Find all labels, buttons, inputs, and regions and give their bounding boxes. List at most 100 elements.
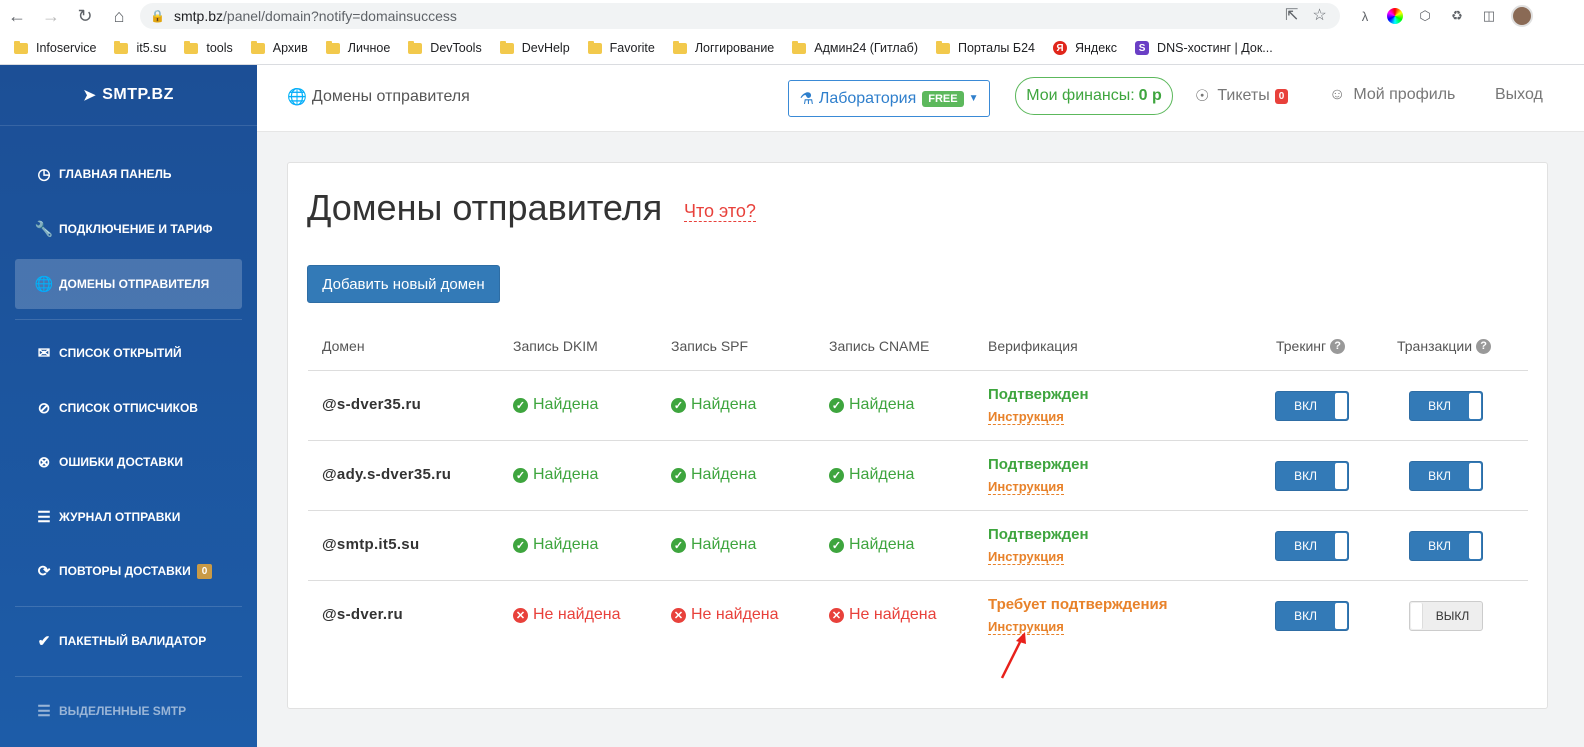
back-arrow-icon[interactable]: ← (0, 0, 34, 32)
toggle-label: ВКЛ (1428, 469, 1452, 483)
wrench-icon: 🔧 (34, 221, 54, 238)
table-header: Домен Запись DKIM Запись SPF Запись CNAM… (308, 325, 1528, 371)
folder-icon (14, 40, 28, 54)
lab-dropdown-button[interactable]: ⚗ Лаборатория FREE ▼ (788, 80, 990, 117)
bookmark-item[interactable]: S DNS-хостинг | Док... (1135, 41, 1273, 55)
transactions-toggle[interactable]: ВКЛ (1409, 531, 1483, 561)
folder-icon (792, 40, 807, 54)
forward-arrow-icon[interactable]: → (34, 0, 68, 32)
check-icon: ✓ (829, 537, 844, 553)
add-domain-button[interactable]: Добавить новый домен (307, 265, 500, 303)
bookmark-item[interactable]: Логгирование (672, 40, 774, 55)
sidebar-item-delivery-errors[interactable]: ⊗ Ошибки доставки (15, 437, 242, 487)
sidebar-item-label: Домены отправителя (59, 277, 210, 291)
folder-icon (672, 40, 687, 54)
table-row: @ady.s-dver35.ru ✓ Найдена ✓ Найдена ✓ Найд… (308, 441, 1528, 511)
address-bar[interactable]: 🔒 smtp.bz/panel/domain?notify=domainsucc… (140, 3, 1340, 29)
sidebar-item-retries[interactable]: ⟳ Повторы доставки 0 (15, 546, 242, 596)
profile-link[interactable]: ☺ Мой профиль (1329, 86, 1455, 104)
help-icon[interactable]: ? (1476, 338, 1492, 354)
bookmark-item[interactable]: Favorite (587, 40, 655, 55)
sidebar-item-send-log[interactable]: ☰ Журнал отправки (15, 492, 242, 542)
page-title: Домены отправителя (307, 187, 663, 228)
table-row: @smtp.it5.su ✓ Найдена ✓ Найдена ✓ Найдена … (308, 511, 1528, 581)
sidebar-item-label: Выделенные SMTP (59, 704, 187, 718)
extension-1-icon[interactable]: λ (1355, 6, 1375, 26)
spf-label: Найдена (691, 396, 757, 413)
finances-button[interactable]: Мои финансы: 0 р (1015, 77, 1173, 115)
help-icon[interactable]: ? (1330, 338, 1346, 354)
transactions-toggle[interactable]: ВЫКЛ (1409, 601, 1483, 631)
tracking-toggle[interactable]: ВКЛ (1275, 601, 1349, 631)
tracking-toggle[interactable]: ВКЛ (1275, 461, 1349, 491)
sidebar-item-opens[interactable]: ✉ Список открытий (15, 328, 242, 378)
color-picker-icon[interactable] (1387, 8, 1403, 24)
instruction-link[interactable]: Инструкция (988, 550, 1064, 565)
sidebar-item-label: Ошибки доставки (59, 455, 184, 469)
bookmark-item[interactable]: DevTools (408, 40, 482, 55)
verification-status: Подтвержден (988, 456, 1089, 473)
toggle-label: ВКЛ (1294, 609, 1318, 623)
avatar[interactable] (1511, 5, 1533, 27)
sidebar-item-validator[interactable]: ✔ Пакетный валидатор (15, 616, 242, 666)
share-icon[interactable]: ⇱ (1285, 5, 1298, 25)
sidepanel-icon[interactable]: ◫ (1479, 6, 1499, 26)
star-icon[interactable]: ☆ (1312, 5, 1326, 25)
reload-icon[interactable]: ↻ (68, 0, 102, 32)
bookmark-item[interactable]: Архив (250, 40, 308, 55)
bookmark-item[interactable]: Infoservice (14, 40, 96, 55)
transactions-toggle[interactable]: ВКЛ (1409, 391, 1483, 421)
extensions: λ ⬡ ♻ ◫ (1355, 5, 1533, 27)
check-icon: ✓ (671, 537, 686, 553)
chevron-down-icon: ▼ (968, 93, 979, 104)
toggle-label: ВКЛ (1428, 399, 1452, 413)
check-icon: ✓ (829, 397, 844, 413)
col-dkim: Запись DKIM (513, 338, 598, 354)
lab-label: Лаборатория (818, 89, 917, 107)
home-icon[interactable]: ⌂ (102, 0, 136, 32)
help-link[interactable]: Что это? (684, 201, 756, 222)
toggle-label: ВКЛ (1294, 399, 1318, 413)
dkim-label: Найдена (533, 536, 599, 553)
transactions-toggle[interactable]: ВКЛ (1409, 461, 1483, 491)
instruction-link[interactable]: Инструкция (988, 480, 1064, 495)
spf-status: ✕ Не найдена (671, 606, 779, 624)
bookmark-item[interactable]: DevHelp (499, 40, 570, 55)
sidebar-item-unsubscribers[interactable]: ⊘ Список отписчиков (15, 383, 242, 433)
table-row: @s-dver.ru ✕ Не найдена ✕ Не найдена ✕ Не н… (308, 581, 1528, 651)
sidebar-item-label: Журнал отправки (59, 510, 181, 524)
folder-icon (184, 40, 199, 54)
tickets-link[interactable]: ☉ Тикеты 0 (1195, 86, 1289, 106)
x-icon: ✕ (513, 607, 528, 623)
cname-label: Найдена (849, 396, 915, 413)
envelope-open-icon: ✉ (37, 345, 51, 362)
sidebar-item-dedicated-smtp[interactable]: ☰ Выделенные SMTP (15, 686, 242, 736)
col-tracking: Трекинг? (1276, 338, 1346, 354)
bookmark-item[interactable]: Админ24 (Гитлаб) (792, 40, 918, 55)
toggle-knob (1469, 533, 1481, 559)
finance-label: Мои финансы: (1026, 87, 1135, 104)
bookmark-item[interactable]: Порталы Б24 (935, 40, 1035, 55)
sidebar-item-domains[interactable]: 🌐 Домены отправителя (15, 259, 242, 309)
sidebar-item-connection[interactable]: 🔧 Подключение и тариф (15, 204, 242, 254)
sidebar-item-dashboard[interactable]: ◷ Главная панель (15, 149, 242, 199)
instruction-link[interactable]: Инструкция (988, 410, 1064, 425)
logout-link[interactable]: Выход (1495, 86, 1543, 104)
cube-icon[interactable]: ⬡ (1415, 6, 1435, 26)
tracking-toggle[interactable]: ВКЛ (1275, 391, 1349, 421)
bookmark-item[interactable]: it5.su (114, 40, 166, 55)
bookmark-label: Яндекс (1075, 41, 1118, 55)
bookmark-label: DevTools (430, 41, 482, 55)
sidebar-item-label: Пакетный валидатор (59, 634, 207, 648)
bookmark-item[interactable]: Я Яндекс (1053, 41, 1117, 55)
puzzle-icon[interactable]: ♻ (1447, 6, 1467, 26)
check-icon: ✓ (671, 397, 686, 413)
bookmark-item[interactable]: tools (184, 40, 233, 55)
logo[interactable]: ➤ SMTP.BZ (0, 65, 257, 126)
verification-status: Требует подтверждения (988, 596, 1168, 613)
cname-status: ✓ Найдена (829, 396, 914, 414)
s-logo-icon: S (1135, 41, 1150, 55)
tracking-toggle[interactable]: ВКЛ (1275, 531, 1349, 561)
bookmark-item[interactable]: Личное (325, 40, 390, 55)
spf-label: Не найдена (691, 606, 779, 623)
